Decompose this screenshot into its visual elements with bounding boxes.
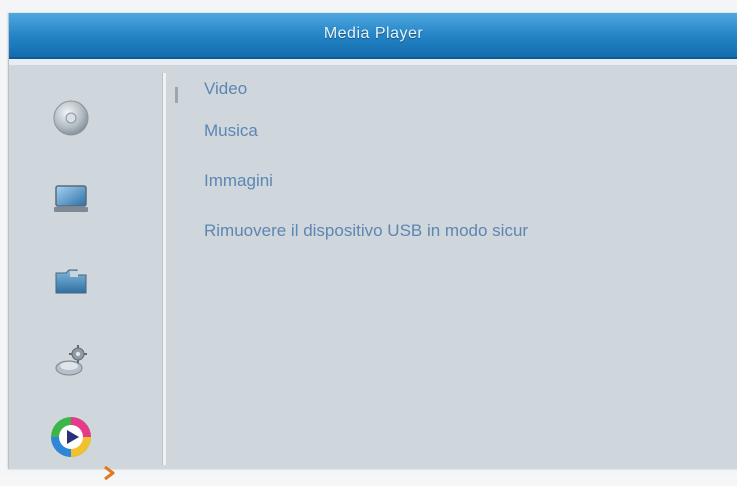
disc-icon[interactable] [52, 99, 90, 137]
chevron-right-icon [101, 465, 117, 481]
title-bar: Media Player [9, 13, 737, 59]
scroll-indicator [175, 87, 178, 103]
screen: Media Player Video Musica Immagini Rimuo… [0, 0, 737, 481]
media-player-icon[interactable] [49, 415, 93, 459]
sidebar [9, 65, 161, 481]
folder-icon[interactable] [52, 261, 90, 299]
media-player-window: Media Player Video Musica Immagini Rimuo… [8, 13, 737, 481]
menu-item-immagini[interactable]: Immagini [204, 168, 724, 194]
window-title: Media Player [323, 25, 424, 42]
settings-icon[interactable] [52, 342, 90, 380]
monitor-icon[interactable] [52, 180, 90, 218]
sidebar-divider [162, 73, 166, 465]
menu-item-remove-usb[interactable]: Rimuovere il dispositivo USB in modo sic… [204, 218, 724, 244]
menu-item-video[interactable]: Video [204, 76, 724, 102]
menu-item-musica[interactable]: Musica [204, 118, 724, 144]
